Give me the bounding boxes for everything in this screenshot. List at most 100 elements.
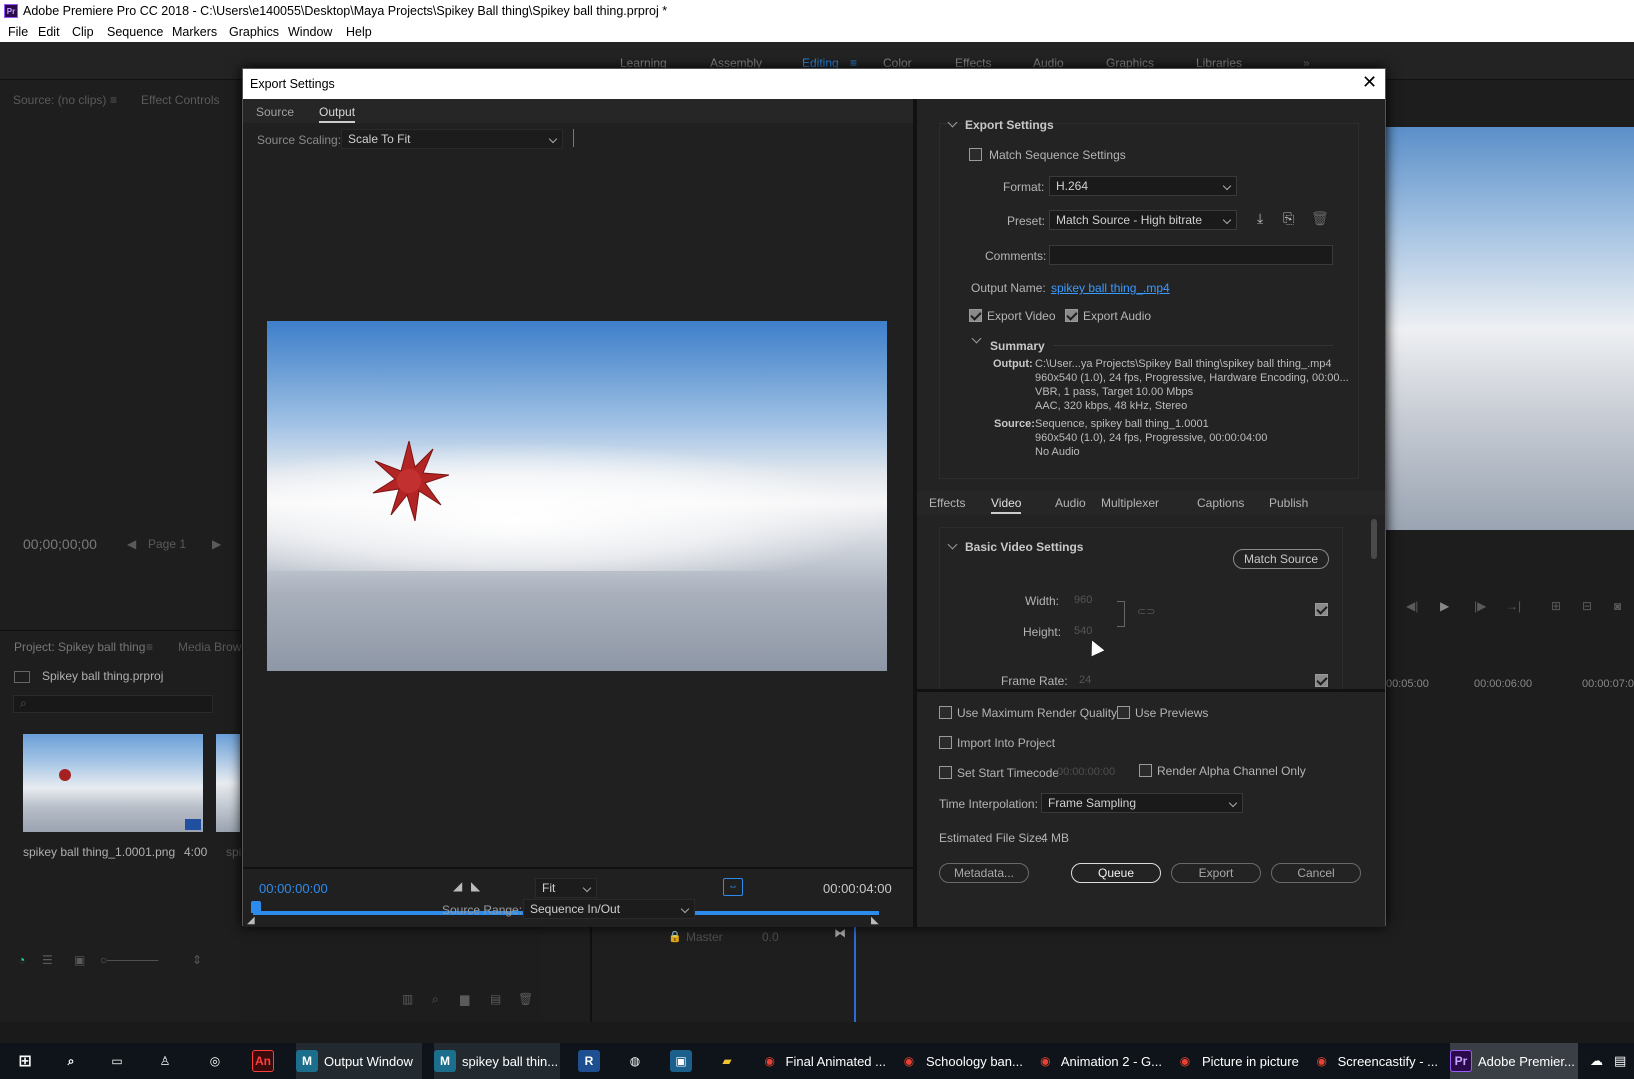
frame-rate-value[interactable]: 24 — [1079, 674, 1091, 686]
tray-cloud-icon[interactable]: ☁ — [1590, 1043, 1603, 1079]
playhead-handle[interactable] — [251, 901, 261, 913]
match-sequence-checkbox[interactable] — [969, 148, 982, 161]
find-icon[interactable]: ⌕ — [432, 992, 439, 1007]
taskbar-app-3[interactable]: ◍ — [624, 1043, 652, 1079]
taskbar-chrome-2[interactable]: ◉ Schoology ban... — [898, 1043, 1024, 1079]
page-selector[interactable]: Page 1 — [148, 537, 186, 551]
preset-dropdown[interactable]: Match Source - High bitrate — [1049, 210, 1237, 230]
time-interpolation-dropdown[interactable]: Frame Sampling — [1041, 793, 1243, 813]
tab-audio[interactable]: Audio — [1055, 496, 1086, 510]
out-point-marker-icon[interactable]: ◣ — [871, 915, 879, 926]
tray-notification-icon[interactable]: ▤ — [1614, 1043, 1626, 1079]
step-forward-icon[interactable]: |▶ — [1474, 599, 1486, 613]
taskbar-explorer[interactable]: ▰ — [716, 1043, 744, 1079]
new-bin-icon[interactable]: ◔ — [18, 953, 25, 967]
menu-window[interactable]: Window — [288, 25, 332, 39]
export-audio-checkbox[interactable] — [1065, 309, 1078, 322]
source-range-dropdown[interactable]: Sequence In/Out — [523, 899, 695, 919]
delete-icon[interactable]: 🗑 — [518, 992, 533, 1006]
lift-icon[interactable]: ⊞ — [1551, 599, 1561, 613]
render-alpha-checkbox[interactable] — [1139, 764, 1152, 777]
task-view-button[interactable]: ▭ — [106, 1043, 134, 1079]
current-time-display[interactable]: 00:00:00:00 — [259, 881, 328, 896]
go-to-out-icon[interactable]: →| — [1506, 599, 1521, 613]
zoom-slider[interactable]: ○────── — [100, 953, 158, 967]
tab-media-browser[interactable]: Media Brow — [178, 640, 241, 654]
width-height-override-checkbox[interactable] — [1315, 603, 1328, 616]
play-icon[interactable]: ▶ — [1440, 599, 1449, 613]
list-view-icon[interactable]: ☰ — [42, 953, 53, 967]
taskbar-animate[interactable]: An — [252, 1043, 280, 1079]
tab-effects[interactable]: Effects — [929, 496, 965, 510]
settings-scrollbar-thumb[interactable] — [1371, 519, 1377, 559]
frame-rate-override-checkbox[interactable] — [1315, 674, 1328, 687]
width-value[interactable]: 960 — [1074, 594, 1092, 606]
taskbar-chrome-4[interactable]: ◉ Picture in picture — [1174, 1043, 1300, 1079]
output-name-link[interactable]: spikey ball thing_.mp4 — [1051, 281, 1170, 295]
tab-source[interactable]: Source — [256, 105, 294, 119]
format-dropdown[interactable]: H.264 — [1049, 176, 1237, 196]
start-button[interactable]: ⊞ — [14, 1043, 42, 1079]
close-icon[interactable]: ✕ — [1362, 72, 1377, 93]
search-button[interactable]: ⌕ — [60, 1043, 88, 1079]
cancel-button[interactable]: Cancel — [1271, 863, 1361, 883]
source-panel-menu-icon[interactable]: ≡ — [110, 93, 117, 107]
max-render-quality-checkbox[interactable] — [939, 706, 952, 719]
delete-preset-icon[interactable]: 🗑 — [1311, 210, 1329, 227]
tab-captions[interactable]: Captions — [1197, 496, 1244, 510]
tab-project[interactable]: Project: Spikey ball thing — [14, 640, 145, 654]
automate-icon[interactable]: ▥ — [402, 992, 413, 1006]
taskbar-premiere[interactable]: Pr Adobe Premier... — [1450, 1043, 1578, 1079]
project-panel-menu-icon[interactable]: ≡ — [146, 640, 153, 654]
prev-page-icon[interactable]: ◀ — [127, 537, 136, 551]
new-bin-folder-icon[interactable]: ▆ — [460, 992, 469, 1006]
save-preset-icon[interactable]: ⤓ — [1257, 210, 1263, 227]
height-value[interactable]: 540 — [1074, 625, 1092, 637]
menu-sequence[interactable]: Sequence — [107, 25, 163, 39]
tab-publish[interactable]: Publish — [1269, 496, 1308, 510]
tab-video[interactable]: Video — [991, 496, 1021, 510]
use-previews-checkbox[interactable] — [1117, 706, 1130, 719]
metadata-button[interactable]: Metadata... — [939, 863, 1029, 883]
export-video-checkbox[interactable] — [969, 309, 982, 322]
start-timecode-value[interactable]: 00:00:00:00 — [1057, 766, 1115, 778]
source-scaling-dropdown[interactable]: Scale To Fit — [341, 129, 563, 149]
comments-input[interactable] — [1049, 245, 1333, 265]
set-out-point-icon[interactable]: ◣ — [471, 879, 480, 893]
taskbar-maya-output[interactable]: M Output Window — [296, 1043, 422, 1079]
project-search-input[interactable]: ⌕ — [13, 695, 213, 713]
new-item-icon[interactable]: ▤ — [490, 992, 501, 1006]
start-timecode-checkbox[interactable] — [939, 766, 952, 779]
source-timecode[interactable]: 00;00;00;00 — [23, 536, 97, 552]
import-into-project-checkbox[interactable] — [939, 736, 952, 749]
constrain-link-icon[interactable]: ⊂⊃ — [1137, 605, 1155, 618]
tab-effect-controls[interactable]: Effect Controls — [141, 93, 219, 107]
queue-button[interactable]: Queue — [1071, 863, 1161, 883]
taskbar-app-2[interactable]: ◎ — [204, 1043, 232, 1079]
lock-icon[interactable]: 🔒 — [668, 930, 682, 943]
snap-icon[interactable]: ⧓ — [834, 926, 846, 940]
menu-clip[interactable]: Clip — [72, 25, 94, 39]
menu-markers[interactable]: Markers — [172, 25, 217, 39]
menu-graphics[interactable]: Graphics — [229, 25, 279, 39]
tab-multiplexer[interactable]: Multiplexer — [1101, 496, 1159, 510]
set-in-point-icon[interactable]: ◢ — [453, 879, 462, 893]
taskbar-app-1[interactable]: ♙ — [154, 1043, 182, 1079]
aspect-correction-icon[interactable]: ⇔ — [723, 878, 743, 896]
menu-help[interactable]: Help — [346, 25, 372, 39]
export-frame-icon[interactable]: ◙ — [1614, 599, 1621, 613]
clip-thumbnail-2[interactable] — [216, 734, 240, 832]
menu-edit[interactable]: Edit — [38, 25, 60, 39]
clip-thumbnail[interactable] — [23, 734, 203, 832]
menu-file[interactable]: File — [8, 25, 28, 39]
icon-view-icon[interactable]: ▣ — [74, 953, 85, 967]
taskbar-chrome-5[interactable]: ◉ Screencastify - ... — [1312, 1043, 1438, 1079]
taskbar-revit[interactable]: R — [578, 1043, 606, 1079]
sort-icon[interactable]: ⇕ — [192, 953, 202, 967]
extract-icon[interactable]: ⊟ — [1582, 599, 1592, 613]
fit-dropdown[interactable]: Fit — [535, 878, 597, 898]
taskbar-app-4[interactable]: ▣ — [670, 1043, 698, 1079]
import-preset-icon[interactable]: ⎘ — [1283, 210, 1294, 227]
step-back-icon[interactable]: ◀| — [1406, 599, 1418, 613]
export-button[interactable]: Export — [1171, 863, 1261, 883]
